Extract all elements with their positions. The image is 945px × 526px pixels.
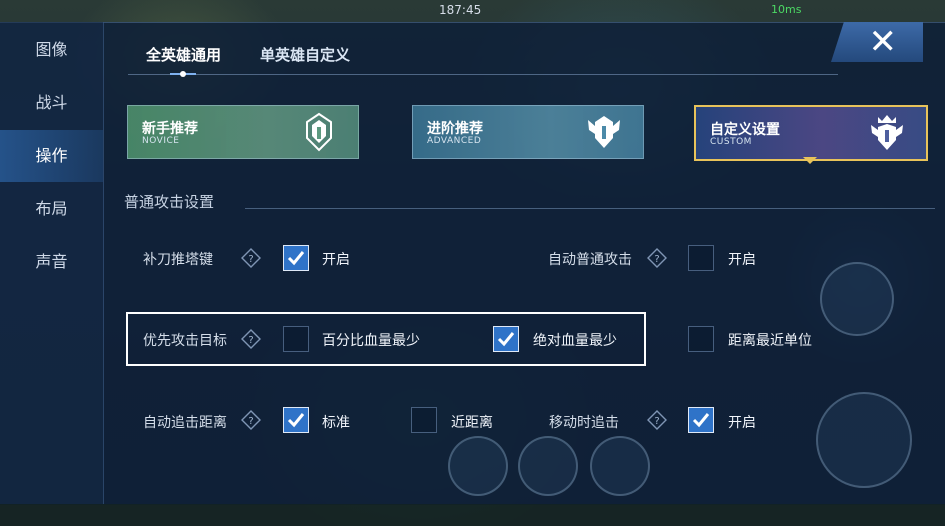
auto-attack-label: 自动普通攻击 bbox=[548, 252, 632, 268]
selected-preset-pointer bbox=[803, 157, 817, 164]
chase-close-range-checkbox[interactable] bbox=[411, 407, 437, 433]
settings-panel bbox=[0, 22, 945, 505]
section-divider bbox=[245, 208, 935, 209]
winged-helmet-emblem-icon bbox=[588, 116, 620, 148]
recall-button-bg bbox=[448, 436, 508, 496]
lowest-percent-hp-option: 百分比血量最少 bbox=[322, 333, 420, 349]
crowned-helmet-emblem-icon bbox=[871, 115, 903, 150]
auto-chase-distance-label: 自动追击距离 bbox=[143, 415, 227, 431]
help-icon[interactable]: ? bbox=[241, 329, 261, 349]
svg-text:?: ? bbox=[248, 416, 253, 427]
tab-divider bbox=[128, 74, 838, 75]
flash-button-bg bbox=[590, 436, 650, 496]
sidebar-item-graphics[interactable]: 图像 bbox=[0, 24, 103, 76]
preset-subtitle: NOVICE bbox=[142, 136, 180, 146]
preset-title: 新手推荐 bbox=[142, 121, 198, 137]
help-icon[interactable]: ? bbox=[241, 248, 261, 268]
sidebar-item-battle[interactable]: 战斗 bbox=[0, 77, 103, 129]
sidebar-item-sound[interactable]: 声音 bbox=[0, 236, 103, 288]
close-icon: ✕ bbox=[868, 22, 898, 62]
section-title: 普通攻击设置 bbox=[124, 193, 215, 211]
tab-all-heroes[interactable]: 全英雄通用 bbox=[146, 44, 221, 65]
chase-while-moving-option: 开启 bbox=[728, 415, 756, 431]
chase-standard-option: 标准 bbox=[322, 415, 350, 431]
checkmark-icon bbox=[287, 413, 305, 428]
auto-attack-option: 开启 bbox=[728, 252, 756, 268]
preset-subtitle: CUSTOM bbox=[710, 137, 752, 147]
checkmark-icon bbox=[287, 251, 305, 266]
preset-subtitle: ADVANCED bbox=[427, 136, 482, 146]
lowest-percent-hp-checkbox[interactable] bbox=[283, 326, 309, 352]
chase-while-moving-label: 移动时追击 bbox=[549, 415, 619, 431]
sidebar-item-controls[interactable]: 操作 bbox=[0, 130, 103, 182]
preset-title: 自定义设置 bbox=[710, 122, 780, 138]
nearest-unit-option: 距离最近单位 bbox=[728, 333, 812, 349]
helmet-emblem-icon bbox=[306, 112, 332, 152]
preset-title: 进阶推荐 bbox=[427, 121, 483, 137]
svg-text:?: ? bbox=[248, 254, 253, 265]
tab-single-hero[interactable]: 单英雄自定义 bbox=[260, 44, 350, 65]
chase-standard-checkbox[interactable] bbox=[283, 407, 309, 433]
active-tab-indicator bbox=[170, 71, 196, 77]
help-icon[interactable]: ? bbox=[241, 410, 261, 430]
last-hit-tower-label: 补刀推塔键 bbox=[143, 252, 213, 268]
svg-text:?: ? bbox=[248, 335, 253, 346]
preset-novice[interactable]: 新手推荐 NOVICE bbox=[127, 105, 359, 159]
skill-button-bg bbox=[820, 262, 894, 336]
lowest-absolute-hp-option: 绝对血量最少 bbox=[533, 333, 617, 349]
preset-custom[interactable]: 自定义设置 CUSTOM bbox=[694, 105, 928, 161]
chase-while-moving-checkbox[interactable] bbox=[688, 407, 714, 433]
close-button[interactable]: ✕ bbox=[831, 22, 923, 62]
checkmark-icon bbox=[497, 332, 515, 347]
help-icon[interactable]: ? bbox=[647, 410, 667, 430]
match-timer: 187:45 bbox=[439, 3, 482, 17]
restore-button-bg bbox=[518, 436, 578, 496]
last-hit-tower-option: 开启 bbox=[322, 252, 350, 268]
auto-attack-checkbox[interactable] bbox=[688, 245, 714, 271]
help-icon[interactable]: ? bbox=[647, 248, 667, 268]
status-bar: 187:45 10ms bbox=[439, 0, 945, 22]
checkmark-icon bbox=[692, 413, 710, 428]
sidebar-item-layout[interactable]: 布局 bbox=[0, 183, 103, 235]
network-latency: 10ms bbox=[771, 3, 802, 16]
svg-text:?: ? bbox=[654, 254, 659, 265]
svg-text:?: ? bbox=[654, 416, 659, 427]
settings-sidebar: 图像 战斗 操作 布局 声音 bbox=[0, 22, 104, 504]
last-hit-tower-checkbox[interactable] bbox=[283, 245, 309, 271]
bottom-strip bbox=[0, 504, 945, 526]
lowest-absolute-hp-checkbox[interactable] bbox=[493, 326, 519, 352]
priority-target-label: 优先攻击目标 bbox=[143, 333, 227, 349]
nearest-unit-checkbox[interactable] bbox=[688, 326, 714, 352]
preset-advanced[interactable]: 进阶推荐 ADVANCED bbox=[412, 105, 644, 159]
chase-close-range-option: 近距离 bbox=[451, 415, 493, 431]
attack-button-bg bbox=[816, 392, 912, 488]
